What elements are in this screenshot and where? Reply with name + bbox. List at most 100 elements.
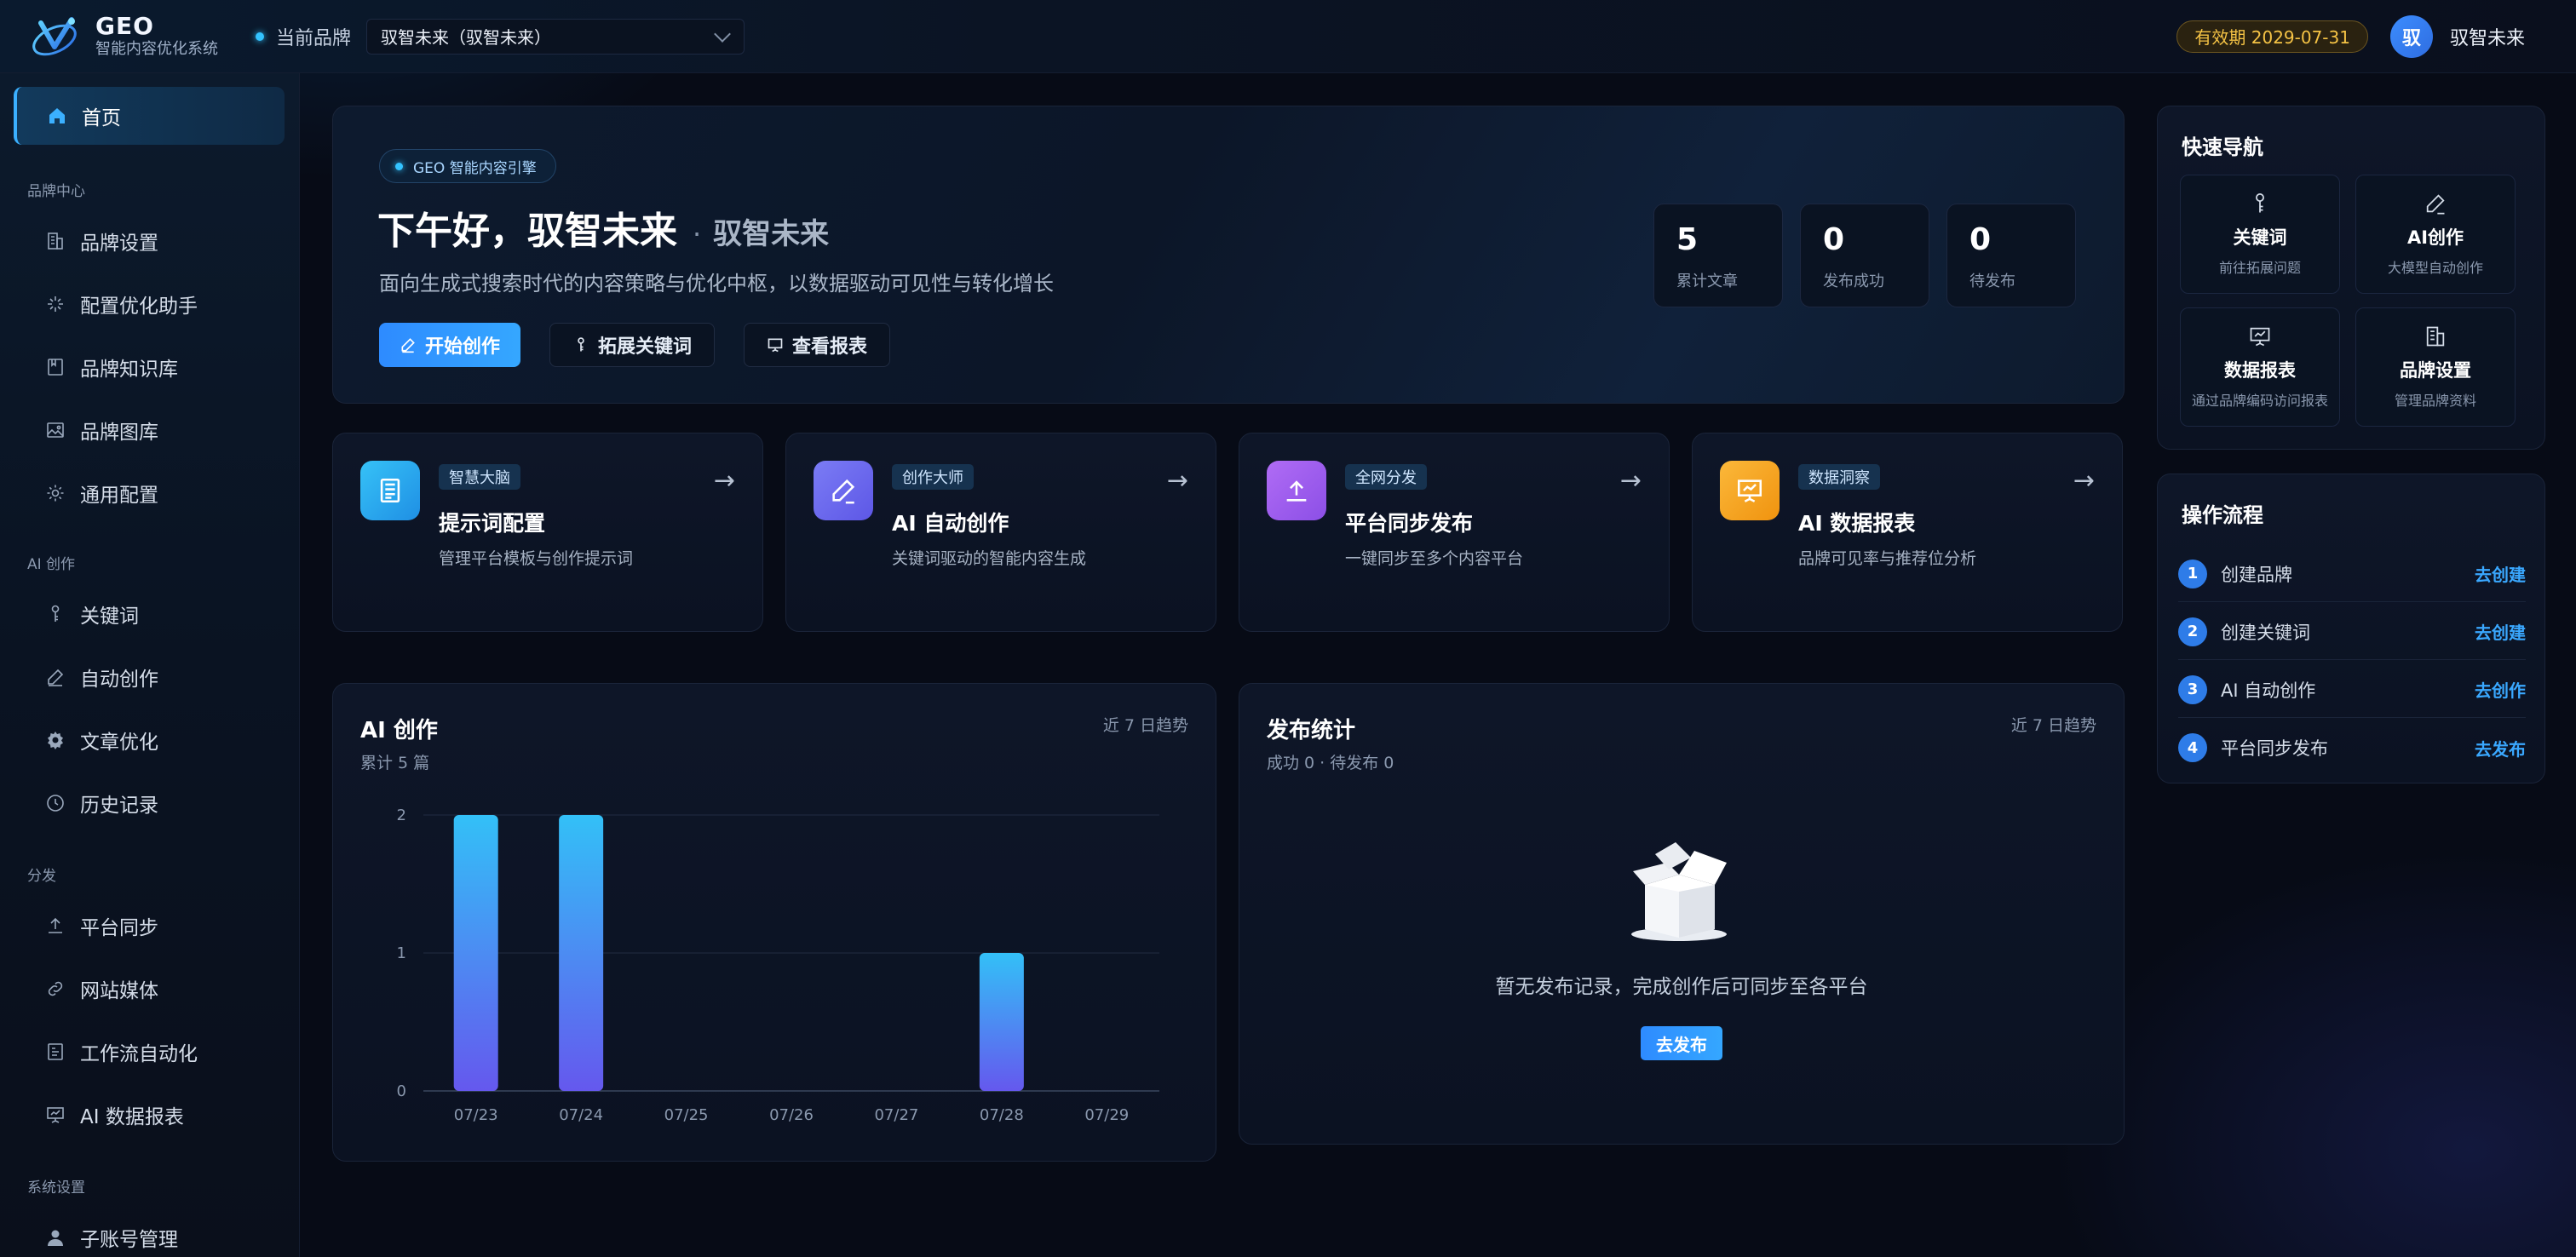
publish-subtitle: 成功 0 · 待发布 0 bbox=[1267, 754, 1394, 772]
button-label: 查看报表 bbox=[792, 336, 868, 358]
sidebar-item-label: 关键词 bbox=[80, 606, 139, 628]
feature-card-ai-report[interactable]: 数据洞察 → AI 数据报表 品牌可见率与推荐位分析 bbox=[1692, 433, 2123, 632]
brand-select-value: 驭智未来（驭智未来） bbox=[381, 27, 552, 48]
cog-icon bbox=[44, 729, 66, 751]
feature-title: 提示词配置 bbox=[439, 511, 546, 536]
sidebar-item-label: 通用配置 bbox=[80, 485, 158, 507]
sidebar-item-auto-create[interactable]: 自动创作 bbox=[44, 663, 158, 692]
sidebar-item-history[interactable]: 历史记录 bbox=[44, 789, 158, 818]
feature-title: AI 数据报表 bbox=[1798, 511, 1916, 536]
bar-07-28[interactable] bbox=[979, 953, 1024, 1091]
quick-nav-brand-settings[interactable]: 品牌设置 管理品牌资料 bbox=[2355, 307, 2516, 427]
arrow-right-icon[interactable]: → bbox=[2073, 466, 2095, 496]
feature-tag: 智慧大脑 bbox=[439, 464, 520, 490]
avatar[interactable]: 驭 bbox=[2389, 14, 2433, 58]
title-separator: · bbox=[693, 218, 702, 250]
sidebar-item-label: 子账号管理 bbox=[80, 1229, 178, 1251]
arrow-right-icon[interactable]: → bbox=[1620, 466, 1642, 496]
x-tick-label: 07/28 bbox=[980, 1106, 1024, 1124]
stat-value: 5 bbox=[1676, 222, 1699, 257]
arrow-right-icon[interactable]: → bbox=[714, 466, 735, 496]
publish-stats-card: 发布统计 成功 0 · 待发布 0 近 7 日趋势 暂无发布记录，完成创作后可同… bbox=[1239, 683, 2125, 1145]
view-report-button[interactable]: 查看报表 bbox=[744, 323, 891, 367]
building-icon bbox=[44, 230, 66, 252]
quick-nav-item-desc: 管理品牌资料 bbox=[2394, 393, 2476, 409]
sidebar-item-workflow[interactable]: 工作流自动化 bbox=[44, 1037, 198, 1066]
sidebar-item-label: 首页 bbox=[82, 107, 121, 129]
feature-desc: 品牌可见率与推荐位分析 bbox=[1798, 549, 1977, 568]
bar-07-23[interactable] bbox=[453, 815, 498, 1091]
sidebar-item-web-media[interactable]: 网站媒体 bbox=[44, 974, 158, 1003]
hero-tag: GEO 智能内容引擎 bbox=[379, 149, 556, 183]
pen-icon bbox=[44, 666, 66, 688]
sidebar-section-ai: AI 创作 bbox=[27, 556, 76, 573]
step-number: 3 bbox=[2178, 674, 2207, 704]
publish-title: 发布统计 bbox=[1267, 718, 1356, 743]
upload-icon bbox=[44, 915, 66, 937]
feature-card-prompt-config[interactable]: 智慧大脑 → 提示词配置 管理平台模板与创作提示词 bbox=[332, 433, 763, 632]
logo[interactable]: GEO 智能内容优化系统 bbox=[29, 13, 218, 60]
quick-nav-item-title: 数据报表 bbox=[2224, 360, 2296, 381]
sidebar-section-system: 系统设置 bbox=[27, 1180, 85, 1197]
arrow-right-icon[interactable]: → bbox=[1167, 466, 1188, 496]
quick-nav-item-desc: 大模型自动创作 bbox=[2387, 260, 2483, 276]
step-link[interactable]: 去创建 bbox=[2475, 619, 2526, 644]
sidebar-item-label: AI 数据报表 bbox=[80, 1106, 184, 1128]
step-link[interactable]: 去创建 bbox=[2475, 561, 2526, 586]
sidebar-item-label: 品牌知识库 bbox=[80, 359, 178, 381]
quick-nav-item-title: 品牌设置 bbox=[2400, 360, 2471, 381]
pen-icon bbox=[2426, 194, 2445, 215]
go-publish-button[interactable]: 去发布 bbox=[1641, 1026, 1722, 1060]
sidebar-item-keywords[interactable]: 关键词 bbox=[44, 600, 139, 628]
sidebar-item-brand-settings[interactable]: 品牌设置 bbox=[44, 227, 158, 255]
feature-desc: 关键词驱动的智能内容生成 bbox=[892, 549, 1087, 568]
expand-keywords-button[interactable]: 拓展关键词 bbox=[549, 323, 716, 367]
sidebar-item-knowledge-base[interactable]: 品牌知识库 bbox=[44, 353, 178, 382]
sidebar-item-article-optimize[interactable]: 文章优化 bbox=[44, 726, 158, 755]
quick-nav-card: 快速导航 关键词 前往拓展问题 AI创作 大模型自动创作 数据报表 通过品牌编码… bbox=[2157, 106, 2545, 450]
button-label: 开始创作 bbox=[425, 336, 501, 358]
step-label: 创建关键词 bbox=[2221, 622, 2310, 643]
stat-value: 0 bbox=[1969, 222, 1992, 257]
feature-card-platform-sync[interactable]: 全网分发 → 平台同步发布 一键同步至多个内容平台 bbox=[1239, 433, 1670, 632]
feature-card-ai-create[interactable]: 创作大师 → AI 自动创作 关键词驱动的智能内容生成 bbox=[785, 433, 1216, 632]
step-number: 4 bbox=[2178, 733, 2207, 762]
sidebar-item-ai-report[interactable]: AI 数据报表 bbox=[44, 1100, 184, 1129]
feature-tag: 数据洞察 bbox=[1798, 464, 1880, 490]
hero-card: GEO 智能内容引擎 下午好，驭智未来 · 驭智未来 面向生成式搜索时代的内容策… bbox=[332, 106, 2125, 404]
top-bar: GEO 智能内容优化系统 当前品牌 驭智未来（驭智未来） 有效期 2029-07… bbox=[0, 0, 2576, 73]
sidebar-item-platform-sync[interactable]: 平台同步 bbox=[44, 911, 158, 940]
feature-title: AI 自动创作 bbox=[892, 511, 1009, 536]
current-brand-text: 当前品牌 bbox=[276, 27, 352, 49]
sidebar-item-brand-gallery[interactable]: 品牌图库 bbox=[44, 416, 158, 445]
step-number: 2 bbox=[2178, 617, 2207, 646]
y-tick-label: 2 bbox=[397, 806, 406, 824]
flow-step: 4 平台同步发布 去发布 bbox=[2178, 720, 2526, 776]
start-create-button[interactable]: 开始创作 bbox=[379, 323, 521, 367]
bar-07-24[interactable] bbox=[559, 815, 604, 1091]
sidebar-item-label: 历史记录 bbox=[80, 795, 158, 817]
sidebar-item-sub-accounts[interactable]: 子账号管理 bbox=[44, 1223, 178, 1252]
greeting: 下午好，驭智未来 bbox=[377, 210, 677, 253]
operation-flow-card: 操作流程 1 创建品牌 去创建 2 创建关键词 去创建 3 AI 自动创作 去创… bbox=[2157, 474, 2545, 783]
presentation-icon bbox=[1720, 461, 1780, 520]
step-link[interactable]: 去发布 bbox=[2475, 736, 2526, 761]
presentation-icon bbox=[44, 1104, 66, 1126]
sidebar-item-general-config[interactable]: 通用配置 bbox=[44, 479, 158, 508]
stat-pending: 0 待发布 bbox=[1946, 204, 2076, 307]
sidebar-section-distribute: 分发 bbox=[27, 868, 56, 885]
sidebar-item-home[interactable]: 首页 bbox=[14, 87, 285, 145]
quick-nav-ai-create[interactable]: AI创作 大模型自动创作 bbox=[2355, 175, 2516, 294]
flow-title: 操作流程 bbox=[2182, 503, 2263, 527]
sidebar-item-label: 网站媒体 bbox=[80, 980, 158, 1002]
x-tick-label: 07/24 bbox=[559, 1106, 603, 1124]
step-link[interactable]: 去创作 bbox=[2475, 677, 2526, 702]
brand-select[interactable]: 驭智未来（驭智未来） bbox=[366, 18, 745, 55]
feature-title: 平台同步发布 bbox=[1345, 511, 1474, 536]
user-name[interactable]: 驭智未来 bbox=[2450, 23, 2525, 50]
sidebar-item-config-assistant[interactable]: 配置优化助手 bbox=[44, 290, 198, 319]
x-tick-label: 07/25 bbox=[664, 1106, 709, 1124]
quick-nav-data-report[interactable]: 数据报表 通过品牌编码访问报表 bbox=[2180, 307, 2340, 427]
quick-nav-keywords[interactable]: 关键词 前往拓展问题 bbox=[2180, 175, 2340, 294]
sparkle-icon bbox=[44, 293, 66, 315]
